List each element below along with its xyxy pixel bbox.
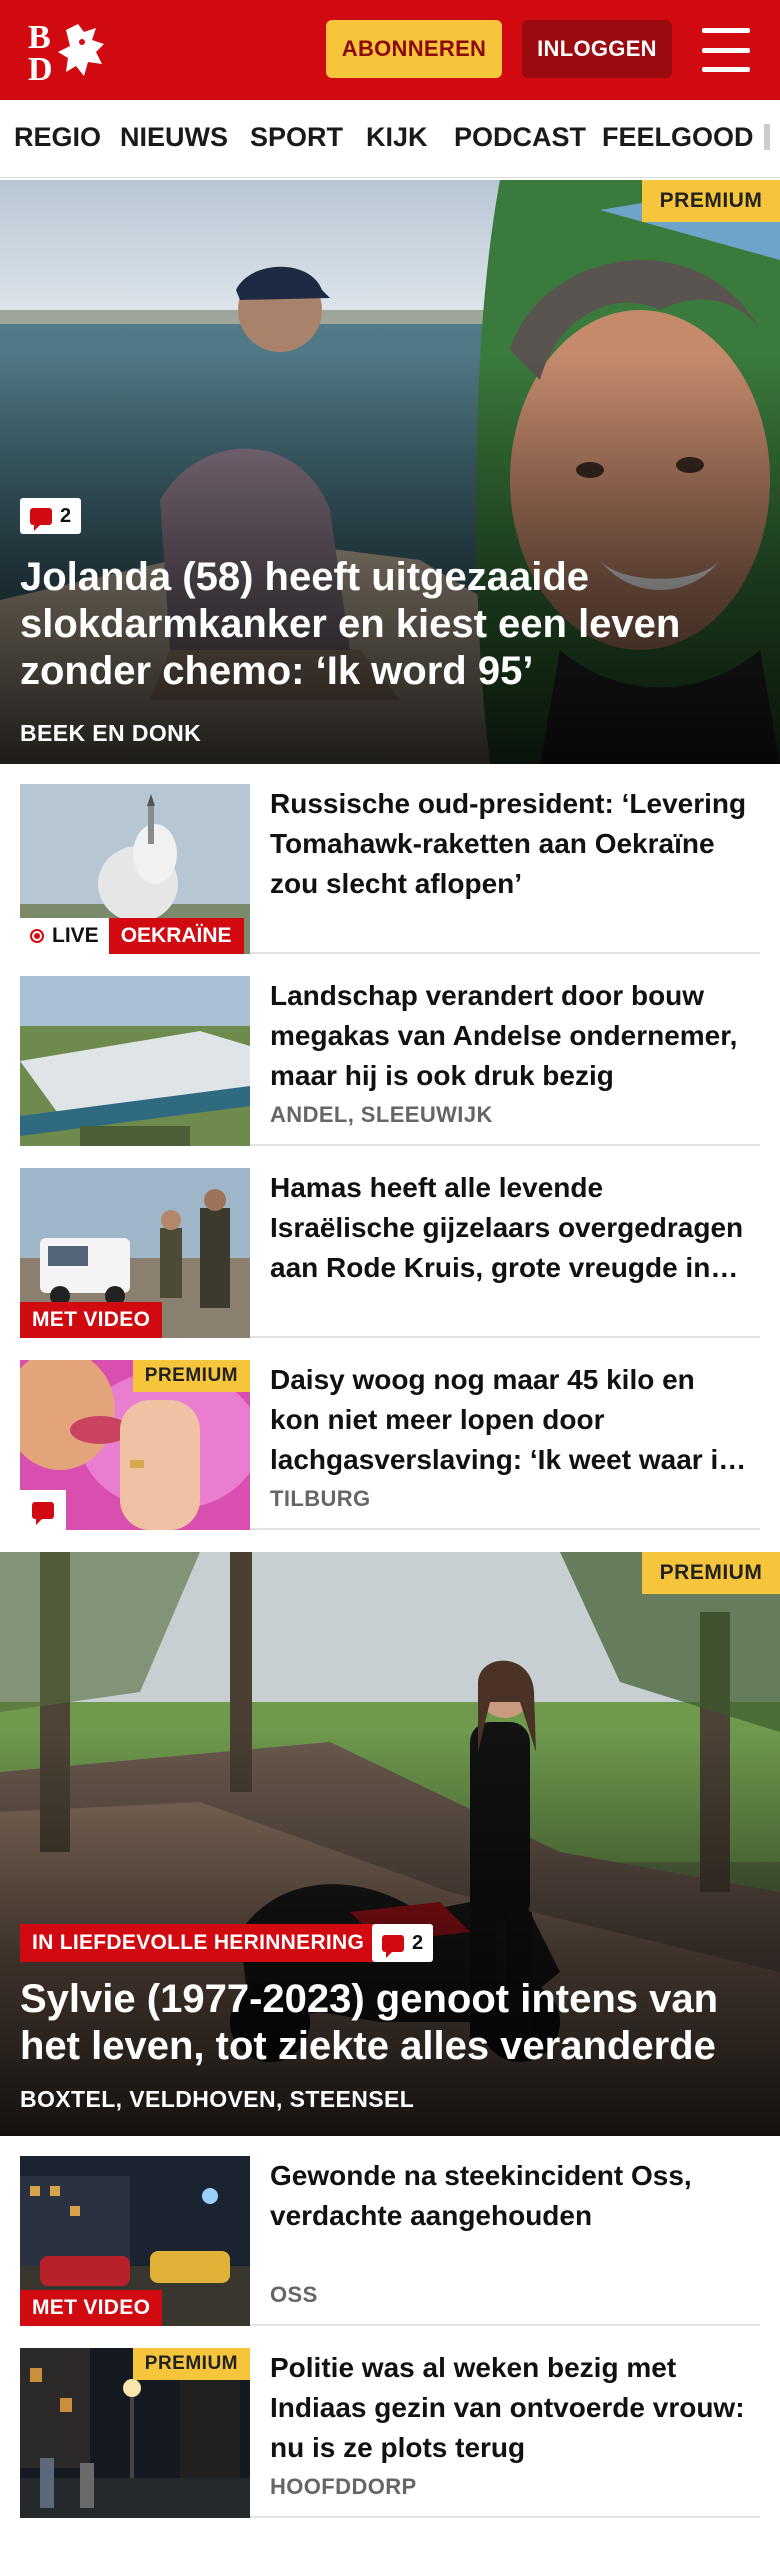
article-title[interactable]: Daisy woog nog maar 45 kilo en kon niet … bbox=[270, 1360, 750, 1480]
nav-item-sport[interactable]: SPORT bbox=[250, 122, 343, 153]
nav-item-kijk[interactable]: KIJK bbox=[366, 122, 428, 153]
premium-badge: PREMIUM bbox=[642, 180, 780, 222]
hero-2-location: BOXTEL, VELDHOVEN, STEENSEL bbox=[20, 2086, 415, 2112]
list-item[interactable]: Landschap verandert door bouw megakas va… bbox=[20, 956, 760, 1146]
hero-1-title[interactable]: Jolanda (58) heeft uitgezaaide slokdarmk… bbox=[20, 554, 740, 695]
memorial-tag: IN LIEFDEVOLLE HERINNERING bbox=[20, 1924, 377, 1962]
live-text: LIVE bbox=[52, 924, 99, 947]
hero-article-2[interactable]: PREMIUM IN LIEFDEVOLLE HERINNERING 2 Syl… bbox=[0, 1552, 780, 2136]
article-thumbnail: MET VIDEO bbox=[20, 2156, 250, 2326]
article-location: OSS bbox=[270, 2282, 318, 2307]
hamburger-menu-icon[interactable] bbox=[696, 22, 756, 78]
section-nav: REGIO NIEUWS SPORT KIJK PODCAST FEELGOOD bbox=[0, 100, 780, 178]
premium-badge: PREMIUM bbox=[132, 1360, 250, 1392]
article-location: ANDEL, SLEEUWIJK bbox=[270, 1102, 493, 1127]
list-item[interactable]: PREMIUM Politie was al weken bezig met I… bbox=[20, 2328, 760, 2518]
topic-label: OEKRAÏNE bbox=[108, 918, 244, 954]
hero-1-location: BEEK EN DONK bbox=[20, 720, 202, 746]
bd-logo[interactable]: B D bbox=[26, 18, 112, 88]
live-indicator-icon bbox=[30, 929, 44, 943]
comment-bubble-icon bbox=[30, 507, 52, 531]
comment-count: 2 bbox=[60, 504, 72, 527]
premium-badge: PREMIUM bbox=[132, 2348, 250, 2380]
nav-overflow-indicator bbox=[764, 124, 770, 150]
login-button[interactable]: INLOGGEN bbox=[522, 20, 672, 78]
nav-item-regio[interactable]: REGIO bbox=[14, 122, 101, 153]
premium-badge: PREMIUM bbox=[642, 1552, 780, 1594]
article-thumbnail: MET VIDEO bbox=[20, 1168, 250, 1338]
article-title[interactable]: Gewonde na steekincident Oss, verdachte … bbox=[270, 2156, 750, 2236]
article-thumbnail: LIVE OEKRAÏNE bbox=[20, 784, 250, 954]
comment-count-badge[interactable]: 2 bbox=[372, 1924, 434, 1962]
video-badge: MET VIDEO bbox=[20, 1302, 163, 1338]
article-thumbnail: PREMIUM bbox=[20, 2348, 250, 2518]
article-location: TILBURG bbox=[270, 1486, 371, 1511]
comment-bubble-icon bbox=[382, 1934, 404, 1958]
article-title[interactable]: Hamas heeft alle levende Israëlische gij… bbox=[270, 1168, 750, 1288]
article-location: HOOFDDORP bbox=[270, 2474, 417, 2499]
article-thumbnail bbox=[20, 976, 250, 1146]
list-item[interactable]: PREMIUM Daisy woog nog maar 45 kilo en k… bbox=[20, 1340, 760, 1530]
comment-count: 2 bbox=[412, 1931, 424, 1954]
comment-icon bbox=[20, 1490, 66, 1530]
list-item[interactable]: LIVE OEKRAÏNE Russische oud-president: ‘… bbox=[20, 764, 760, 954]
nav-item-nieuws[interactable]: NIEUWS bbox=[120, 122, 228, 153]
video-badge: MET VIDEO bbox=[20, 2290, 163, 2326]
site-header: B D ABONNEREN INLOGGEN bbox=[0, 0, 780, 100]
comment-count-badge[interactable]: 2 bbox=[20, 498, 82, 534]
live-label: LIVE bbox=[20, 918, 109, 954]
article-title[interactable]: Russische oud-president: ‘Levering Tomah… bbox=[270, 784, 750, 904]
nav-item-podcast[interactable]: PODCAST bbox=[454, 122, 586, 153]
list-item[interactable]: MET VIDEO Hamas heeft alle levende Israë… bbox=[20, 1148, 760, 1338]
subscribe-button[interactable]: ABONNEREN bbox=[326, 20, 502, 78]
article-title[interactable]: Politie was al weken bezig met Indiaas g… bbox=[270, 2348, 750, 2468]
hero-article-1[interactable]: PREMIUM 2 Jolanda (58) heeft uitgezaaide… bbox=[0, 180, 780, 764]
live-topic-badge: LIVE OEKRAÏNE bbox=[20, 918, 244, 954]
article-title[interactable]: Landschap verandert door bouw megakas va… bbox=[270, 976, 750, 1096]
hero-2-title[interactable]: Sylvie (1977-2023) genoot intens van het… bbox=[20, 1976, 760, 2070]
nav-item-feelgood[interactable]: FEELGOOD bbox=[602, 122, 754, 153]
svg-text:D: D bbox=[28, 51, 53, 84]
list-item[interactable]: MET VIDEO Gewonde na steekincident Oss, … bbox=[20, 2136, 760, 2326]
article-thumbnail: PREMIUM bbox=[20, 1360, 250, 1530]
